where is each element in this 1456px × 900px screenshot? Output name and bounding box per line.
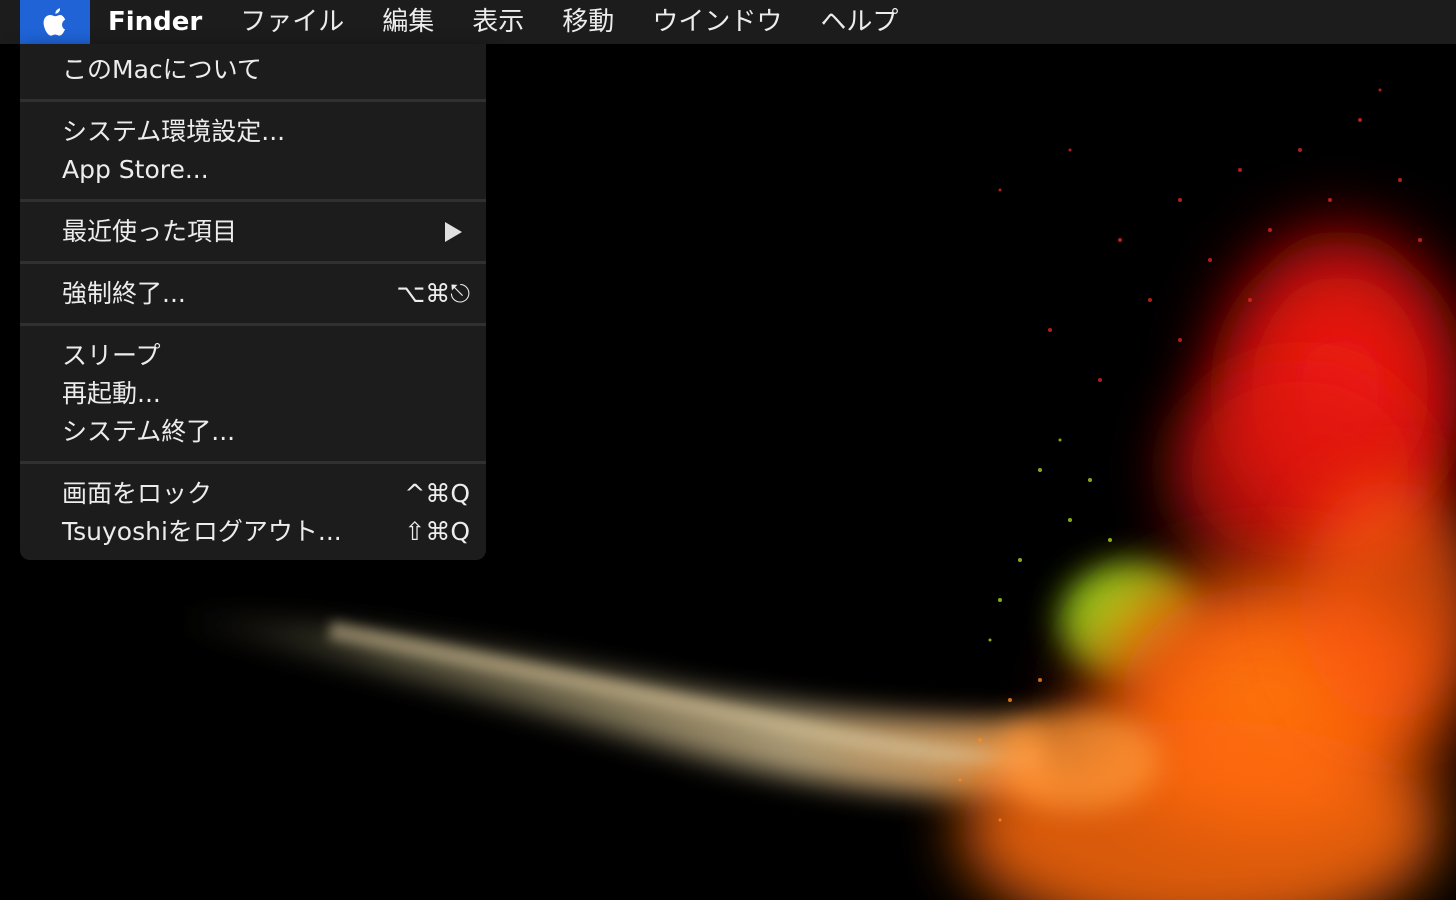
menu-help[interactable]: ヘルプ [801,0,917,44]
menu-separator [20,323,486,326]
apple-menu-button[interactable] [20,0,90,44]
menu-item-logout-label: Tsuyoshiをログアウト... [62,517,342,546]
menu-item-system-preferences[interactable]: システム環境設定... [20,113,486,151]
menu-item-recent-items-label: 最近使った項目 [62,217,238,246]
menu-window[interactable]: ウインドウ [633,0,801,44]
logout-shortcut: ⇧⌘Q [404,517,470,546]
menu-separator [20,199,486,202]
menu-item-sleep[interactable]: スリープ [20,337,486,375]
menu-item-restart-label: 再起動... [62,379,161,408]
menu-finder[interactable]: Finder [90,0,221,44]
submenu-arrow-icon [445,222,462,242]
menu-item-lock-screen[interactable]: 画面をロック ^⌘Q [20,475,486,513]
menu-item-recent-items[interactable]: 最近使った項目 [20,213,486,251]
apple-logo-icon [43,8,66,36]
menu-item-app-store-label: App Store... [62,155,209,184]
menu-item-sleep-label: スリープ [62,341,161,370]
menu-item-force-quit[interactable]: 強制終了... ⌥⌘⎋ [20,275,486,313]
menu-item-shutdown[interactable]: システム終了... [20,413,486,451]
apple-menu-dropdown: このMacについて システム環境設定... App Store... 最近使った… [20,44,486,560]
menu-edit[interactable]: 編集 [363,0,453,44]
menu-item-lock-screen-label: 画面をロック [62,479,213,508]
menu-item-app-store[interactable]: App Store... [20,151,486,189]
menu-item-about-label: このMacについて [62,55,262,84]
menu-file[interactable]: ファイル [221,0,363,44]
menu-view[interactable]: 表示 [453,0,543,44]
menu-item-shutdown-label: システム終了... [62,417,236,446]
menu-item-logout[interactable]: Tsuyoshiをログアウト... ⇧⌘Q [20,513,486,551]
menu-separator [20,461,486,464]
menu-bar: Finder ファイル 編集 表示 移動 ウインドウ ヘルプ [0,0,1456,44]
menu-separator [20,261,486,264]
menu-go[interactable]: 移動 [543,0,633,44]
force-quit-shortcut: ⌥⌘⎋ [396,279,470,308]
menu-item-restart[interactable]: 再起動... [20,375,486,413]
menu-separator [20,99,486,102]
menu-item-system-preferences-label: システム環境設定... [62,117,286,146]
menu-item-force-quit-label: 強制終了... [62,279,186,308]
menu-item-about[interactable]: このMacについて [20,51,486,89]
lock-screen-shortcut: ^⌘Q [404,479,470,508]
